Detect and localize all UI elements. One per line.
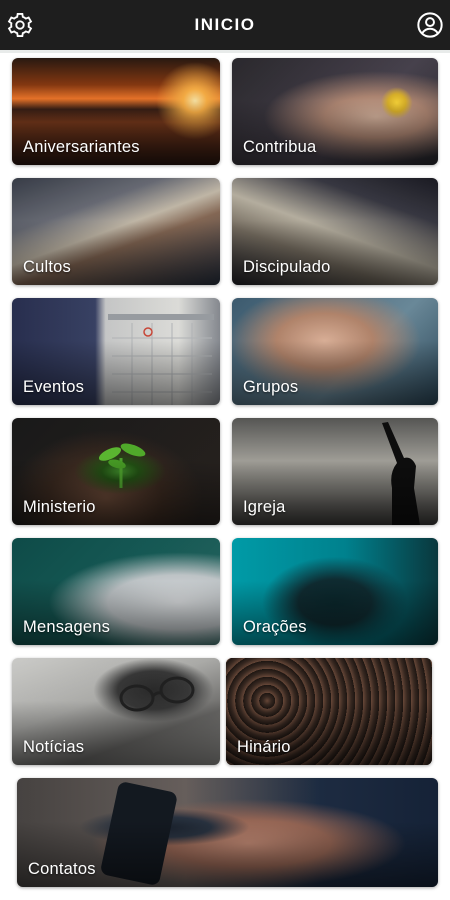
tile-label: Mensagens (23, 618, 111, 636)
tile-ministerio[interactable]: Ministerio (12, 418, 220, 525)
tile-label: Igreja (243, 498, 286, 516)
tile-label: Ministerio (23, 498, 96, 516)
tile-label: Aniversariantes (23, 138, 140, 156)
tile-noticias[interactable]: Notícias (12, 658, 220, 765)
tile-grupos[interactable]: Grupos (232, 298, 438, 405)
tile-label: Discipulado (243, 258, 331, 276)
tile-discipulado[interactable]: Discipulado (232, 178, 438, 285)
header-divider (0, 50, 450, 53)
tile-label: Hinário (237, 738, 291, 756)
app-header: INICIO (0, 0, 450, 50)
tile-eventos[interactable]: Eventos (12, 298, 220, 405)
tile-igreja[interactable]: Igreja (232, 418, 438, 525)
tile-contribua[interactable]: Contribua (232, 58, 438, 165)
tile-label: Cultos (23, 258, 71, 276)
page-title: INICIO (194, 15, 256, 34)
tile-label: Contribua (243, 138, 317, 156)
tile-hinario[interactable]: Hinário (226, 658, 432, 765)
tile-mensagens[interactable]: Mensagens (12, 538, 220, 645)
tile-label: Contatos (28, 860, 96, 878)
tile-label: Grupos (243, 378, 299, 396)
user-circle-icon[interactable] (416, 11, 444, 39)
tile-label: Orações (243, 618, 307, 636)
tile-label: Eventos (23, 378, 85, 396)
tile-oracoes[interactable]: Orações (232, 538, 438, 645)
tile-label: Notícias (23, 738, 85, 756)
tile-cultos[interactable]: Cultos (12, 178, 220, 285)
tile-aniversariantes[interactable]: Aniversariantes (12, 58, 220, 165)
tile-contatos[interactable]: Contatos (17, 778, 438, 887)
gear-icon[interactable] (6, 11, 34, 39)
